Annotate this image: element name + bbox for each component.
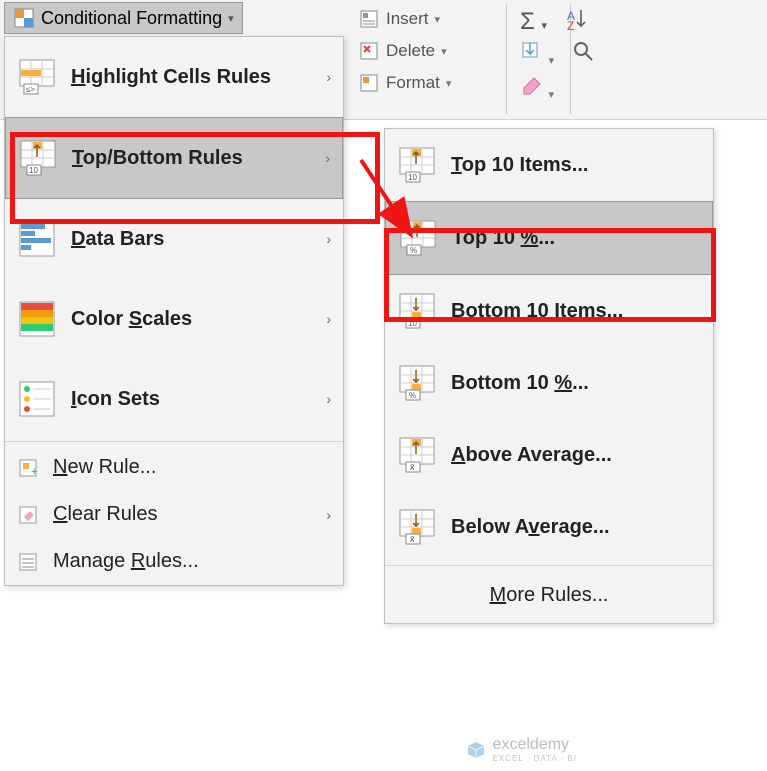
menu-item-label: Color Scales <box>71 308 192 331</box>
submenu-item-label: More Rules... <box>490 584 609 607</box>
submenu-more-rules[interactable]: More Rules... <box>385 568 713 623</box>
svg-text:+: + <box>31 466 37 478</box>
svg-text:10: 10 <box>408 173 417 182</box>
menu-color-scales[interactable]: Color Scales › <box>5 279 343 359</box>
menu-item-label: Manage Rules... <box>53 550 199 573</box>
submenu-item-label: Top 10 %... <box>452 227 555 250</box>
menu-item-label: Data Bars <box>71 228 164 251</box>
data-bars-icon <box>17 219 57 259</box>
chevron-right-icon: › <box>326 391 331 407</box>
dropdown-caret-icon: ▾ <box>446 77 452 90</box>
svg-text:Z: Z <box>567 19 574 32</box>
menu-new-rule[interactable]: + New Rule... <box>5 444 343 491</box>
insert-label: Insert <box>386 9 429 29</box>
new-rule-icon: + <box>17 457 39 479</box>
chevron-right-icon: › <box>326 69 331 85</box>
conditional-formatting-button[interactable]: Conditional Formatting ▾ <box>4 2 243 34</box>
svg-text:≤>: ≤> <box>26 85 35 94</box>
menu-icon-sets[interactable]: Icon Sets › <box>5 359 343 439</box>
conditional-formatting-menu: ≤> Highlight Cells Rules › 10 Top/Bottom… <box>4 36 344 586</box>
bottom-10-percent-icon: % <box>397 363 437 403</box>
delete-label: Delete <box>386 41 435 61</box>
submenu-bottom-10-items[interactable]: 10 Bottom 10 Items... <box>385 275 713 347</box>
editing-group: Σ ▾ AZ <box>520 6 591 37</box>
watermark-subtext: EXCEL · DATA · BI <box>493 754 577 763</box>
color-scales-icon <box>17 299 57 339</box>
submenu-below-average[interactable]: x̄ Below Average... <box>385 491 713 563</box>
top-bottom-icon: 10 <box>18 138 58 178</box>
insert-icon <box>358 8 380 30</box>
submenu-item-label: Bottom 10 %... <box>451 372 589 395</box>
svg-text:%: % <box>410 246 417 255</box>
icon-sets-icon <box>17 379 57 419</box>
editing-group-2: ▾ <box>520 40 596 69</box>
svg-text:10: 10 <box>408 319 417 328</box>
find-select-icon[interactable] <box>572 40 596 69</box>
format-icon <box>358 72 380 94</box>
chevron-right-icon: › <box>326 231 331 247</box>
submenu-item-label: Above Average... <box>451 444 612 467</box>
menu-item-label: Clear Rules <box>53 503 158 526</box>
menu-item-label: Highlight Cells Rules <box>71 66 271 89</box>
menu-item-label: Top/Bottom Rules <box>72 147 243 170</box>
menu-item-label: New Rule... <box>53 456 156 479</box>
highlight-cells-icon: ≤> <box>17 57 57 97</box>
format-button[interactable]: Format ▾ <box>358 68 759 98</box>
chevron-right-icon: › <box>325 150 330 166</box>
bottom-10-items-icon: 10 <box>397 291 437 331</box>
submenu-item-label: Bottom 10 Items... <box>451 300 623 323</box>
chevron-right-icon: › <box>326 311 331 327</box>
clear-rules-icon <box>17 504 39 526</box>
menu-manage-rules[interactable]: Manage Rules... <box>5 538 343 585</box>
dropdown-caret-icon: ▾ <box>228 12 234 25</box>
watermark: exceldemy EXCEL · DATA · BI <box>465 736 577 763</box>
svg-text:x̄: x̄ <box>410 534 415 544</box>
top-bottom-submenu: 10 Top 10 Items... % Top 10 %... 10 Bott… <box>384 128 714 624</box>
submenu-top-10-items[interactable]: 10 Top 10 Items... <box>385 129 713 201</box>
svg-text:x̄: x̄ <box>410 462 415 472</box>
menu-highlight-cells-rules[interactable]: ≤> Highlight Cells Rules › <box>5 37 343 117</box>
menu-top-bottom-rules[interactable]: 10 Top/Bottom Rules › <box>5 117 343 199</box>
svg-text:%: % <box>409 391 416 400</box>
menu-item-label: Icon Sets <box>71 388 160 411</box>
submenu-above-average[interactable]: x̄ Above Average... <box>385 419 713 491</box>
fill-icon[interactable]: ▾ <box>520 40 554 69</box>
watermark-text: exceldemy <box>493 736 569 753</box>
below-average-icon: x̄ <box>397 507 437 547</box>
format-label: Format <box>386 73 440 93</box>
editing-group-3: ▾ <box>520 74 554 103</box>
dropdown-caret-icon: ▾ <box>435 13 441 26</box>
dropdown-caret-icon: ▾ <box>441 45 447 58</box>
conditional-formatting-icon <box>13 7 35 29</box>
conditional-formatting-label: Conditional Formatting <box>41 8 222 29</box>
top-10-percent-icon: % <box>398 218 438 258</box>
submenu-item-label: Below Average... <box>451 516 610 539</box>
clear-icon[interactable]: ▾ <box>520 74 554 103</box>
submenu-bottom-10-percent[interactable]: % Bottom 10 %... <box>385 347 713 419</box>
autosum-icon[interactable]: Σ ▾ <box>520 8 547 36</box>
chevron-right-icon: › <box>326 507 331 523</box>
delete-icon <box>358 40 380 62</box>
submenu-top-10-percent[interactable]: % Top 10 %... <box>385 201 713 275</box>
svg-text:10: 10 <box>29 166 38 175</box>
menu-separator <box>5 441 343 442</box>
manage-rules-icon <box>17 551 39 573</box>
menu-data-bars[interactable]: Data Bars › <box>5 199 343 279</box>
top-10-items-icon: 10 <box>397 145 437 185</box>
menu-separator <box>385 565 713 566</box>
submenu-item-label: Top 10 Items... <box>451 154 588 177</box>
menu-clear-rules[interactable]: Clear Rules › <box>5 491 343 538</box>
sort-filter-icon[interactable]: AZ <box>565 6 591 37</box>
watermark-logo-icon <box>465 739 487 761</box>
above-average-icon: x̄ <box>397 435 437 475</box>
